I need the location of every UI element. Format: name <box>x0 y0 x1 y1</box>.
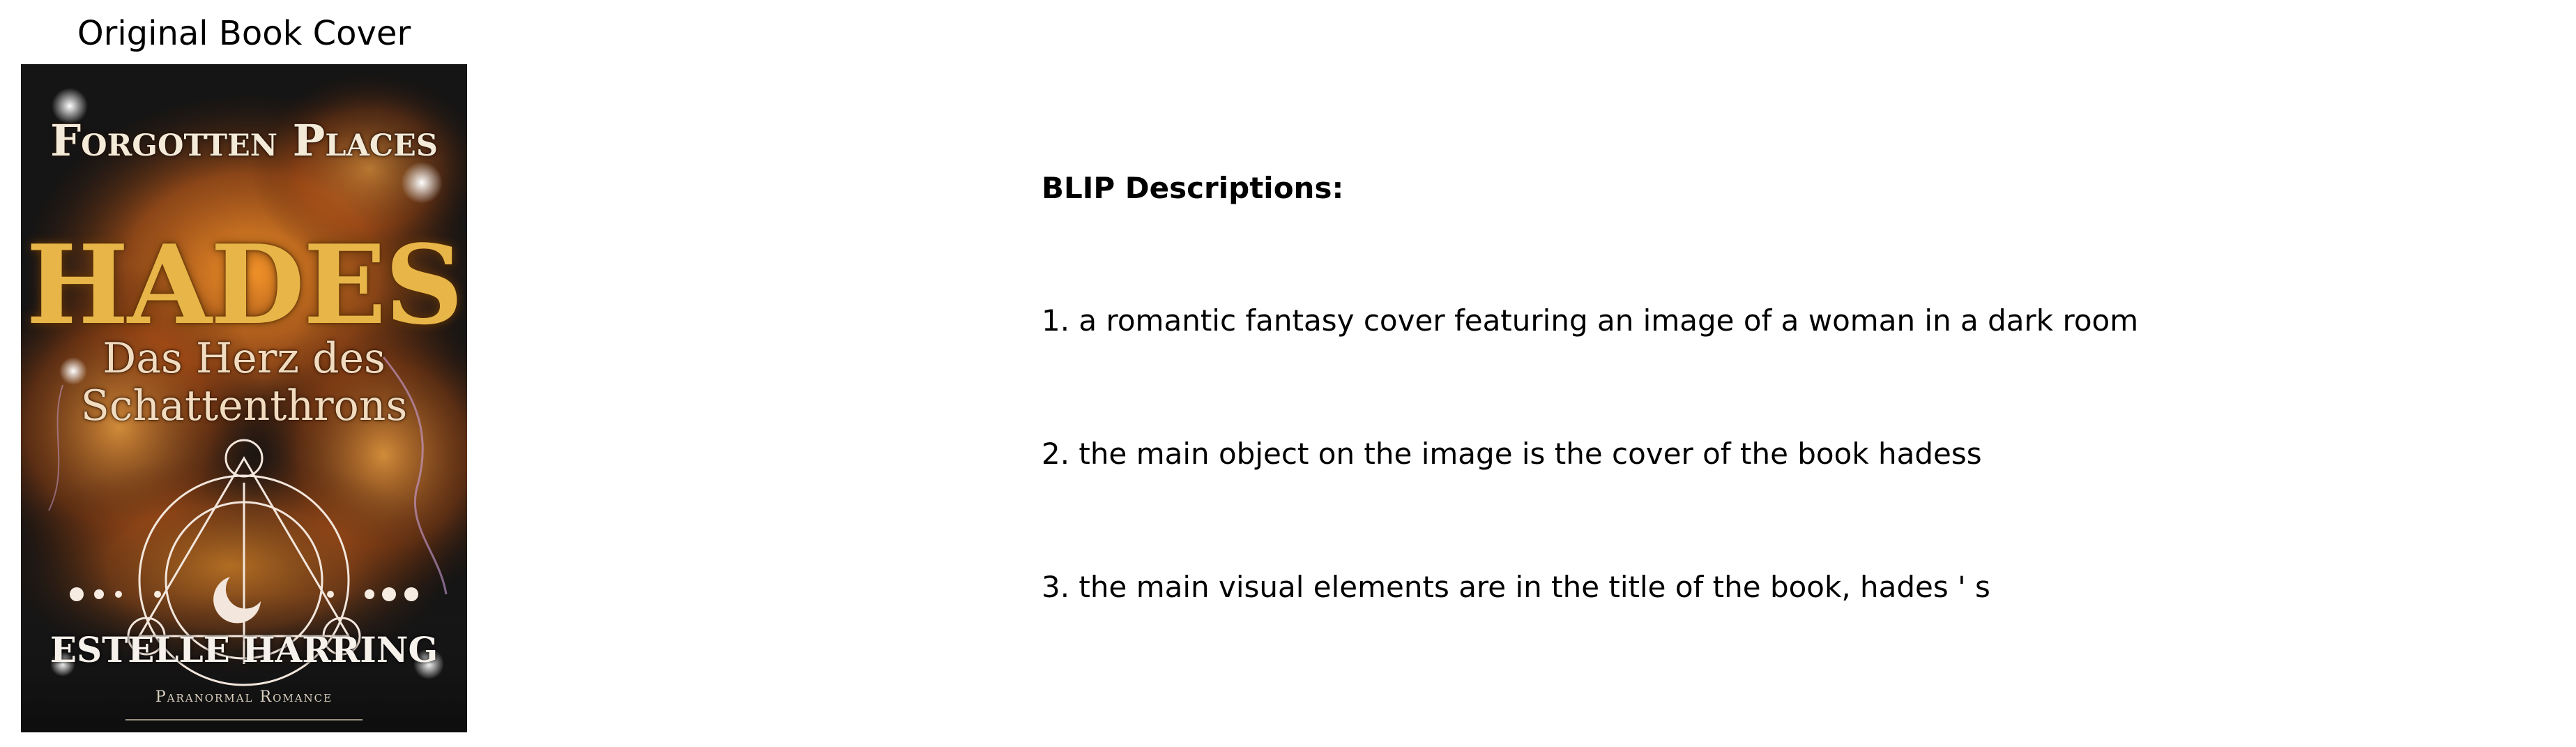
cover-subtitle-line-1: Das Herz des <box>102 334 386 383</box>
cover-main-title: HADES <box>26 221 463 349</box>
descriptions-heading: BLIP Descriptions: <box>1042 171 1344 205</box>
description-item-3: 3. the main visual elements are in the t… <box>1042 570 1990 604</box>
cover-genre: Paranormal Romance <box>155 688 333 706</box>
description-item-1: 1. a romantic fantasy cover featuring an… <box>1042 303 2139 338</box>
cover-panel-title: Original Book Cover <box>77 14 411 53</box>
cover-series-text: Forgotten Places <box>50 115 438 166</box>
description-item-2: 2. the main object on the image is the c… <box>1042 437 1982 471</box>
cover-subtitle: Das Herz des Schattenthrons <box>21 335 467 430</box>
book-cover-image: Forgotten Places HADES Das Herz des Scha… <box>21 64 467 732</box>
cover-author: ESTELLE HARRING <box>49 629 439 670</box>
cover-series-title: Forgotten Places <box>21 119 467 163</box>
cover-subtitle-line-2: Schattenthrons <box>80 382 408 430</box>
